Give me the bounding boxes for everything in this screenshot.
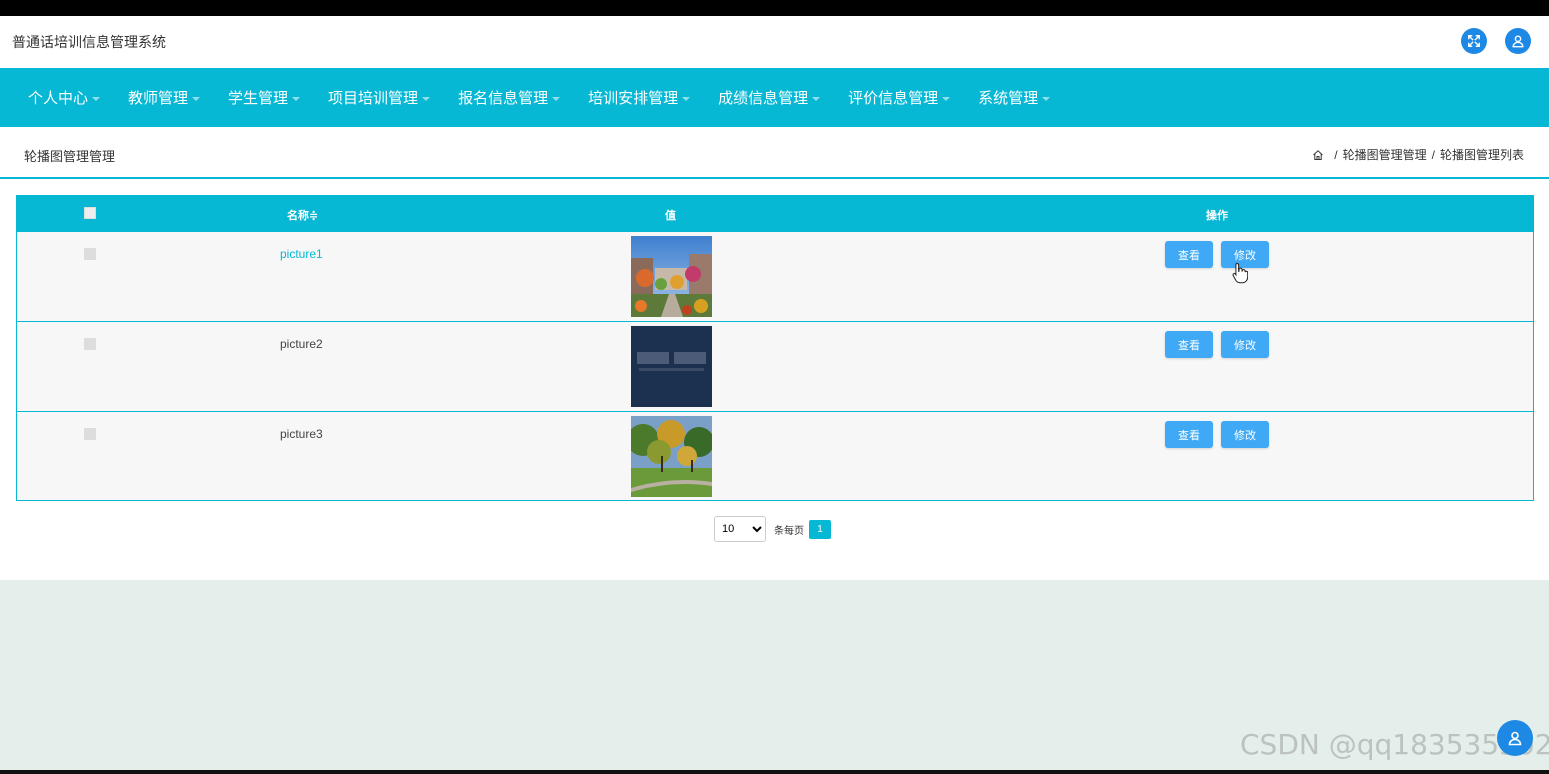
nav-item-teachers[interactable]: 教师管理 bbox=[128, 87, 201, 108]
chevron-down-icon bbox=[192, 96, 201, 101]
nav-item-personal-center[interactable]: 个人中心 bbox=[28, 87, 101, 108]
nav-label: 培训安排管理 bbox=[588, 90, 679, 107]
breadcrumb: / 轮播图管理管理 / 轮播图管理列表 bbox=[1312, 146, 1524, 163]
table-row: picture2 查看 修改 bbox=[17, 322, 1533, 412]
banner-thumbnail bbox=[631, 326, 712, 407]
nav-label: 项目培训管理 bbox=[328, 90, 419, 107]
chevron-down-icon bbox=[92, 96, 101, 101]
content-area: 轮播图管理管理 / 轮播图管理管理 / 轮播图管理列表 名称≑ 值 操作 pic… bbox=[0, 127, 1549, 580]
main-nav: 个人中心 教师管理 学生管理 项目培训管理 报名信息管理 培训安排管理 成绩信息… bbox=[0, 68, 1549, 127]
breadcrumb-separator: / bbox=[1431, 147, 1435, 162]
table-row: picture1 查看 修改 bbox=[17, 232, 1533, 322]
fullscreen-icon bbox=[1468, 35, 1480, 47]
nav-label: 评价信息管理 bbox=[848, 90, 939, 107]
view-button[interactable]: 查看 bbox=[1165, 241, 1213, 268]
home-icon[interactable] bbox=[1312, 149, 1324, 161]
hand-cursor-icon bbox=[1232, 262, 1248, 284]
chevron-down-icon bbox=[942, 96, 951, 101]
window-top-edge bbox=[0, 0, 1549, 16]
chevron-down-icon bbox=[552, 96, 561, 101]
row-checkbox[interactable] bbox=[84, 248, 96, 260]
edit-button[interactable]: 修改 bbox=[1221, 421, 1269, 448]
floating-action-button[interactable] bbox=[1497, 720, 1533, 756]
nav-item-evaluations[interactable]: 评价信息管理 bbox=[848, 87, 951, 108]
nav-item-system[interactable]: 系统管理 bbox=[978, 87, 1051, 108]
nav-item-grades[interactable]: 成绩信息管理 bbox=[718, 87, 821, 108]
chevron-down-icon bbox=[1042, 96, 1051, 101]
chevron-down-icon bbox=[292, 96, 301, 101]
nav-item-training-schedule[interactable]: 培训安排管理 bbox=[588, 87, 691, 108]
breadcrumb-separator: / bbox=[1334, 147, 1338, 162]
fullscreen-button[interactable] bbox=[1461, 28, 1487, 54]
banner-thumbnail bbox=[631, 236, 712, 317]
row-checkbox[interactable] bbox=[84, 338, 96, 350]
per-page-label: 条每页 bbox=[774, 525, 804, 537]
row-name: picture3 bbox=[280, 427, 323, 441]
nav-label: 成绩信息管理 bbox=[718, 90, 809, 107]
pagination: 10 条每页 1 bbox=[714, 516, 831, 542]
dark-banner-image bbox=[631, 326, 712, 407]
nav-label: 教师管理 bbox=[128, 90, 189, 107]
nav-label: 系统管理 bbox=[978, 90, 1039, 107]
nav-label: 学生管理 bbox=[228, 90, 289, 107]
app-title: 普通话培训信息管理系统 bbox=[12, 34, 166, 50]
table-header: 名称≑ 值 操作 bbox=[17, 196, 1533, 232]
nav-item-registration[interactable]: 报名信息管理 bbox=[458, 87, 561, 108]
table-row: picture3 查看 修改 bbox=[17, 412, 1533, 500]
nav-label: 报名信息管理 bbox=[458, 90, 549, 107]
row-checkbox[interactable] bbox=[84, 428, 96, 440]
column-header-value: 值 bbox=[665, 210, 676, 222]
nav-item-project-training[interactable]: 项目培训管理 bbox=[328, 87, 431, 108]
chevron-down-icon bbox=[682, 96, 691, 101]
campus-autumn-image bbox=[631, 236, 712, 317]
banner-table: 名称≑ 值 操作 picture1 查看 修改 picture2 查看 修改 p… bbox=[16, 195, 1534, 501]
title-bar: 轮播图管理管理 / 轮播图管理管理 / 轮播图管理列表 bbox=[0, 127, 1549, 179]
view-button[interactable]: 查看 bbox=[1165, 331, 1213, 358]
chevron-down-icon bbox=[422, 96, 431, 101]
row-name: picture1 bbox=[280, 247, 323, 261]
column-header-name[interactable]: 名称≑ bbox=[287, 207, 318, 223]
user-button[interactable] bbox=[1505, 28, 1531, 54]
view-button[interactable]: 查看 bbox=[1165, 421, 1213, 448]
user-icon bbox=[1508, 731, 1522, 746]
row-name: picture2 bbox=[280, 337, 323, 351]
page-title: 轮播图管理管理 bbox=[24, 149, 116, 164]
window-bottom-edge bbox=[0, 770, 1549, 774]
page-number-button[interactable]: 1 bbox=[809, 519, 831, 539]
user-icon bbox=[1512, 35, 1524, 48]
nav-item-students[interactable]: 学生管理 bbox=[228, 87, 301, 108]
breadcrumb-item: 轮播图管理列表 bbox=[1439, 148, 1524, 162]
campus-park-image bbox=[631, 416, 712, 497]
banner-thumbnail bbox=[631, 416, 712, 497]
select-all-checkbox[interactable] bbox=[84, 207, 96, 219]
column-header-actions: 操作 bbox=[1206, 210, 1228, 222]
nav-label: 个人中心 bbox=[28, 90, 89, 107]
page-size-select[interactable]: 10 bbox=[714, 516, 766, 542]
chevron-down-icon bbox=[812, 96, 821, 101]
breadcrumb-item[interactable]: 轮播图管理管理 bbox=[1343, 146, 1427, 163]
edit-button[interactable]: 修改 bbox=[1221, 331, 1269, 358]
app-header: 普通话培训信息管理系统 bbox=[0, 16, 1549, 68]
